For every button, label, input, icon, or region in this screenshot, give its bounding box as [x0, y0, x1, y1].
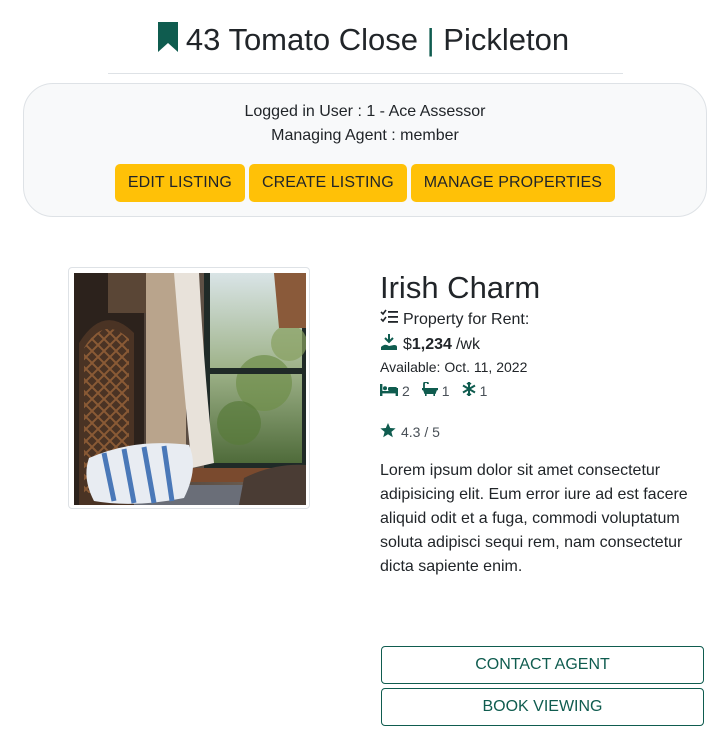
listing-type-row: Property for Rent:	[380, 309, 529, 330]
manage-properties-button[interactable]: MANAGE PROPERTIES	[410, 164, 616, 202]
managing-agent: Managing Agent : member	[271, 127, 459, 144]
bookmark-icon	[156, 21, 180, 65]
property-photo	[74, 273, 306, 505]
book-viewing-button[interactable]: BOOK VIEWING	[381, 688, 704, 726]
logged-in-user: Logged in User : 1 - Ace Assessor	[244, 103, 486, 120]
price-value: 1,234	[411, 335, 452, 353]
price-currency: $	[403, 335, 412, 353]
available-date: Available: Oct. 11, 2022	[380, 359, 528, 375]
price-row: $1,234/wk	[380, 333, 480, 356]
title-address: 43 Tomato Close	[185, 22, 418, 57]
title-divider	[108, 73, 623, 74]
title-separator: |	[426, 22, 435, 57]
listing-description: Lorem ipsum dolor sit amet consectetur a…	[380, 462, 688, 575]
bed-icon	[380, 383, 398, 399]
rating-value: 4.3 / 5	[401, 424, 440, 440]
bathrooms-count: 1	[441, 382, 450, 399]
admin-panel: Logged in User : 1 - Ace Assessor Managi…	[23, 83, 707, 217]
aircon-count: 1	[479, 382, 488, 399]
admin-button-row: EDIT LISTING CREATE LISTING MANAGE PROPE…	[24, 164, 706, 202]
rating-row: 4.3 / 5	[380, 423, 440, 441]
listing-name: Irish Charm	[380, 270, 541, 305]
bath-icon	[421, 381, 438, 399]
bedrooms: 2	[380, 383, 410, 399]
edit-listing-button[interactable]: EDIT LISTING	[114, 164, 245, 202]
price-period: /wk	[455, 335, 480, 353]
bedrooms-count: 2	[402, 382, 410, 399]
aircon: 1	[462, 382, 488, 399]
page-title: 43 Tomato Close | Pickleton	[0, 18, 725, 65]
property-photo-frame	[68, 267, 310, 509]
checklist-icon	[380, 309, 398, 330]
contact-agent-button[interactable]: CONTACT AGENT	[381, 646, 704, 684]
hand-coin-icon	[380, 333, 398, 356]
star-icon	[380, 423, 396, 441]
listing-type: Property for Rent:	[403, 310, 530, 328]
create-listing-button[interactable]: CREATE LISTING	[248, 164, 407, 202]
snowflake-icon	[462, 382, 476, 399]
title-town: Pickleton	[443, 22, 570, 57]
bathrooms: 1	[421, 381, 450, 399]
features-row: 2 1 1	[380, 381, 499, 399]
